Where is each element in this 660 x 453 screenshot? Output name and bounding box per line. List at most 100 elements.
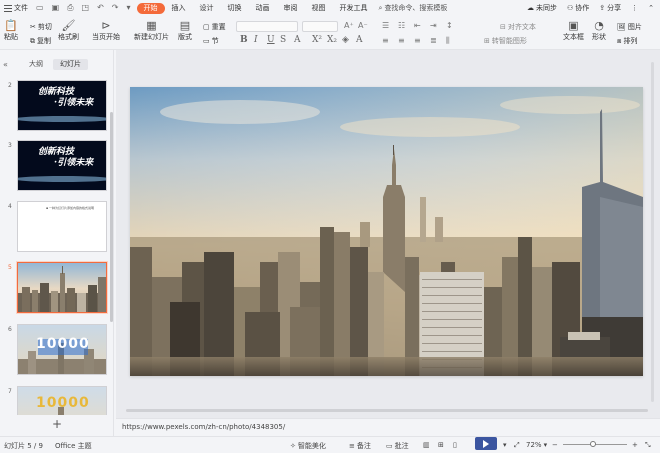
- strikethrough-icon[interactable]: S: [280, 35, 286, 45]
- tab-insert[interactable]: 插入: [165, 3, 193, 13]
- share-button[interactable]: ⇪ 分享: [599, 3, 621, 13]
- paste-label: 粘贴: [4, 33, 18, 41]
- current-slide[interactable]: [130, 87, 643, 376]
- slide-thumbnail-3[interactable]: 创新科技 ·引领未来: [17, 140, 107, 191]
- redo-icon[interactable]: ↷: [112, 3, 119, 13]
- slide-sorter-icon[interactable]: ⊞: [438, 441, 444, 449]
- font-family-select[interactable]: [236, 21, 298, 32]
- reset-button[interactable]: ▢ 重置: [203, 22, 226, 32]
- save-icon[interactable]: ▣: [52, 3, 60, 13]
- cloud-icon: ☁: [526, 4, 534, 12]
- copy-button[interactable]: ⧉ 复制: [30, 36, 51, 46]
- line-spacing-icon[interactable]: ↕: [446, 21, 453, 30]
- zoom-out-icon[interactable]: −: [552, 441, 558, 449]
- canvas-vertical-scrollbar[interactable]: [651, 62, 654, 402]
- textbox-button[interactable]: ▣ 文本框: [563, 19, 584, 42]
- section-label: 节: [211, 37, 219, 45]
- paste-button[interactable]: 📋 粘贴: [4, 19, 18, 42]
- normal-view-icon[interactable]: ▥: [423, 441, 430, 449]
- scissors-icon: ✂: [30, 23, 36, 31]
- font-shrink-icon[interactable]: A⁻: [358, 21, 368, 30]
- slide-thumbnail-6[interactable]: 10000: [17, 324, 107, 375]
- tab-outline[interactable]: 大纲: [22, 59, 50, 70]
- canvas-horizontal-scrollbar[interactable]: [126, 409, 648, 412]
- font-color-icon[interactable]: A: [294, 35, 301, 45]
- font-grow-icon[interactable]: A⁺: [344, 21, 354, 30]
- file-menu-button[interactable]: 文件: [0, 3, 28, 13]
- tab-developer[interactable]: 开发工具: [333, 3, 375, 13]
- tab-review[interactable]: 审阅: [277, 3, 305, 13]
- zoom-in-icon[interactable]: +: [632, 441, 638, 449]
- collab-button[interactable]: ⚇ 协作: [567, 3, 589, 13]
- distribute-icon[interactable]: ⫼: [446, 36, 450, 46]
- play-dropdown-icon[interactable]: ▾: [503, 441, 507, 449]
- comments-label: 批注: [394, 442, 409, 450]
- open-icon[interactable]: ▭: [36, 3, 44, 13]
- tab-slides[interactable]: 幻灯片: [53, 59, 88, 70]
- arrange-button[interactable]: ⧈ 排列: [617, 36, 637, 46]
- slide-number: 5: [8, 264, 12, 271]
- preview-icon[interactable]: ◳: [82, 3, 90, 13]
- slide-thumbnail-2[interactable]: 创新科技 ·引领未来: [17, 80, 107, 131]
- align-center-icon[interactable]: ≡: [398, 36, 405, 45]
- slide-number: 3: [8, 142, 12, 149]
- tab-animations[interactable]: 动画: [249, 3, 277, 13]
- bullet-list-icon[interactable]: ☰: [382, 21, 389, 30]
- highlight-icon[interactable]: A: [356, 35, 363, 45]
- reading-view-icon[interactable]: ▯: [453, 441, 457, 449]
- play-from-current-button[interactable]: ⊳ 当页开始: [92, 19, 120, 42]
- tab-transitions[interactable]: 切换: [221, 3, 249, 13]
- cut-button[interactable]: ✂ 剪切: [30, 22, 52, 32]
- tab-view[interactable]: 视图: [305, 3, 333, 13]
- numbered-list-icon[interactable]: ☷: [398, 21, 405, 30]
- text-align-label: 对齐文本: [507, 23, 536, 31]
- brush-icon: 🖌: [61, 19, 76, 32]
- justify-icon[interactable]: ≣: [430, 36, 437, 45]
- notes-toggle[interactable]: ≡ 备注: [349, 441, 371, 451]
- command-search[interactable]: ⌕ 查找命令、搜索模板: [379, 3, 448, 13]
- zoom-slider-knob[interactable]: [590, 441, 596, 447]
- ribbon-tabs: 开始 插入 设计 切换 动画 审阅 视图 开发工具: [136, 2, 375, 14]
- panel-scrollbar[interactable]: [110, 112, 113, 322]
- comments-toggle[interactable]: ▭ 批注: [386, 441, 409, 451]
- zoom-level[interactable]: 72% ▾: [526, 441, 547, 449]
- dropdown-icon[interactable]: ▾: [127, 3, 131, 13]
- slideshow-play-button[interactable]: [475, 437, 497, 450]
- format-painter-button[interactable]: 🖌 格式刷: [58, 19, 79, 42]
- notes-pane[interactable]: https://www.pexels.com/zh-cn/photo/43483…: [116, 418, 660, 435]
- text-align-button[interactable]: ⊟ 对齐文本: [500, 22, 536, 32]
- more-icon[interactable]: ⋮: [631, 4, 638, 12]
- align-left-icon[interactable]: ≡: [382, 36, 389, 45]
- clear-format-icon[interactable]: ◈: [342, 35, 349, 45]
- underline-icon[interactable]: U: [267, 35, 275, 45]
- fit-slide-icon[interactable]: ⤡: [645, 441, 651, 450]
- tab-home[interactable]: 开始: [136, 2, 165, 14]
- beautify-button[interactable]: ✧ 智能美化: [290, 441, 326, 451]
- font-size-select[interactable]: [302, 21, 338, 32]
- add-slide-icon[interactable]: +: [52, 417, 62, 431]
- collapse-panel-icon[interactable]: «: [3, 60, 8, 69]
- fit-window-icon[interactable]: ⤢: [514, 441, 520, 450]
- slide-thumbnail-4[interactable]: ▪ 一种为幻灯片添加内容的格式说明: [17, 201, 107, 252]
- superscript-icon[interactable]: X²: [312, 35, 322, 45]
- slide-thumbnail-5[interactable]: [17, 262, 107, 313]
- notes-icon: ≡: [349, 442, 355, 450]
- italic-icon[interactable]: I: [254, 35, 258, 45]
- layout-button[interactable]: ▤ 版式: [178, 19, 192, 42]
- indent-icon[interactable]: ⇥: [430, 21, 437, 30]
- undo-icon[interactable]: ↶: [97, 3, 104, 13]
- bold-icon[interactable]: B: [240, 35, 248, 45]
- align-right-icon[interactable]: ≡: [414, 36, 421, 45]
- new-slide-button[interactable]: ▦ 新建幻灯片: [134, 19, 169, 42]
- subscript-icon[interactable]: X₂: [327, 35, 337, 45]
- outdent-icon[interactable]: ⇤: [414, 21, 421, 30]
- section-button[interactable]: ▭ 节: [203, 36, 219, 46]
- picture-button[interactable]: 🖼 图片: [617, 22, 642, 32]
- sync-status[interactable]: ☁ 未同步: [527, 3, 557, 13]
- print-icon[interactable]: ⎙: [67, 3, 73, 13]
- slide-thumbnail-7[interactable]: 10000: [17, 386, 107, 415]
- shape-button[interactable]: ◔ 形状: [592, 19, 606, 42]
- tab-design[interactable]: 设计: [193, 3, 221, 13]
- smartart-button[interactable]: ⊞ 转智能图形: [484, 36, 527, 46]
- collapse-ribbon-icon[interactable]: ⌃: [648, 4, 654, 12]
